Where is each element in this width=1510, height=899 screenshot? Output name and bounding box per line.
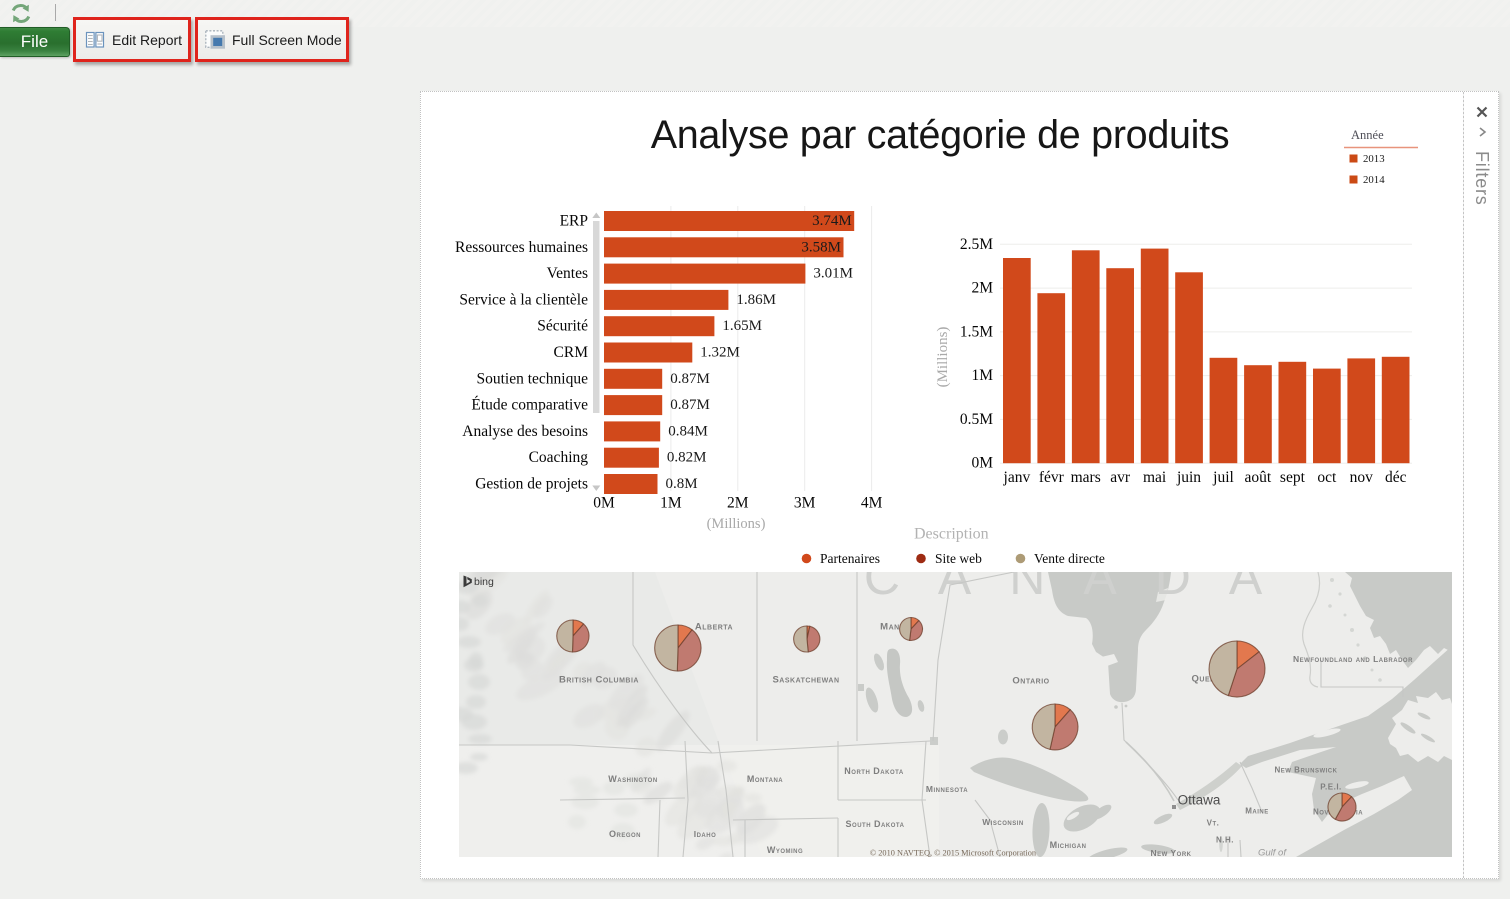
svg-text:oct: oct <box>1317 469 1337 486</box>
svg-text:Wyoming: Wyoming <box>767 845 803 855</box>
svg-text:Analyse des besoins: Analyse des besoins <box>462 423 588 440</box>
svg-text:févr: févr <box>1039 469 1065 486</box>
svg-text:3.58M: 3.58M <box>801 239 841 255</box>
svg-text:Oregon: Oregon <box>609 829 641 839</box>
svg-text:0.87M: 0.87M <box>670 397 710 413</box>
svg-text:0M: 0M <box>971 455 993 472</box>
svg-text:South Dakota: South Dakota <box>846 819 905 829</box>
svg-text:Sécurité: Sécurité <box>537 318 588 335</box>
svg-text:1.65M: 1.65M <box>722 318 762 334</box>
svg-text:0.87M: 0.87M <box>670 371 710 387</box>
svg-text:Ottawa: Ottawa <box>1178 793 1221 808</box>
svg-text:mai: mai <box>1143 469 1167 486</box>
svg-text:nov: nov <box>1350 469 1374 486</box>
svg-text:New York: New York <box>1150 848 1191 858</box>
svg-text:Ressources humaines: Ressources humaines <box>455 239 588 256</box>
svg-text:Montana: Montana <box>747 774 783 784</box>
svg-text:Maine: Maine <box>1245 807 1269 816</box>
svg-text:3.01M: 3.01M <box>813 266 853 282</box>
svg-text:(Millions): (Millions) <box>935 327 951 388</box>
svg-text:Ventes: Ventes <box>547 265 588 282</box>
svg-text:Ontario: Ontario <box>1012 676 1049 687</box>
svg-text:Michigan: Michigan <box>1050 840 1087 850</box>
svg-text:2013: 2013 <box>1363 153 1385 165</box>
svg-text:Saskatchewan: Saskatchewan <box>772 675 839 686</box>
svg-text:3M: 3M <box>794 495 816 512</box>
svg-text:N.H.: N.H. <box>1216 836 1234 845</box>
svg-text:North Dakota: North Dakota <box>844 766 904 776</box>
svg-text:Site web: Site web <box>935 551 982 566</box>
svg-text:ERP: ERP <box>560 213 588 230</box>
svg-text:P.E.I.: P.E.I. <box>1320 783 1342 792</box>
svg-text:Gestion de projets: Gestion de projets <box>475 476 588 493</box>
svg-text:2M: 2M <box>971 280 993 297</box>
svg-text:2M: 2M <box>727 495 749 512</box>
svg-text:bing: bing <box>474 576 494 588</box>
svg-text:août: août <box>1245 469 1272 486</box>
svg-text:Minnesota: Minnesota <box>926 784 968 794</box>
svg-text:Idaho: Idaho <box>694 829 717 839</box>
svg-text:juil: juil <box>1212 469 1234 486</box>
svg-text:déc: déc <box>1385 469 1407 486</box>
svg-text:sept: sept <box>1280 469 1306 486</box>
svg-text:3.74M: 3.74M <box>812 213 852 229</box>
svg-text:0.82M: 0.82M <box>667 450 707 466</box>
svg-text:4M: 4M <box>861 495 883 512</box>
svg-text:Newfoundland and Labrador: Newfoundland and Labrador <box>1293 654 1413 664</box>
svg-text:Service à la clientèle: Service à la clientèle <box>459 291 588 308</box>
svg-text:mars: mars <box>1071 469 1101 486</box>
svg-text:Soutien technique: Soutien technique <box>477 370 589 387</box>
svg-text:Washington: Washington <box>608 774 657 784</box>
svg-text:1.32M: 1.32M <box>700 345 740 361</box>
svg-text:janv: janv <box>1003 469 1031 486</box>
svg-text:Description: Description <box>914 526 989 543</box>
svg-text:British Columbia: British Columbia <box>559 675 639 686</box>
svg-text:Étude comparative: Étude comparative <box>471 397 588 414</box>
svg-text:1M: 1M <box>660 495 682 512</box>
svg-text:2014: 2014 <box>1363 174 1385 186</box>
svg-text:(Millions): (Millions) <box>707 516 766 532</box>
svg-text:Gulf of: Gulf of <box>1258 848 1287 859</box>
svg-text:1.86M: 1.86M <box>736 292 776 308</box>
svg-text:Partenaires: Partenaires <box>820 551 880 566</box>
svg-text:1M: 1M <box>971 367 993 384</box>
svg-text:0M: 0M <box>593 495 615 512</box>
svg-text:0.5M: 0.5M <box>960 411 993 428</box>
svg-text:Alberta: Alberta <box>695 622 733 633</box>
svg-text:New Brunswick: New Brunswick <box>1275 766 1338 775</box>
svg-text:CRM: CRM <box>554 344 589 361</box>
svg-text:1.5M: 1.5M <box>960 323 993 340</box>
svg-text:0.8M: 0.8M <box>666 476 698 492</box>
svg-text:Vente directe: Vente directe <box>1034 551 1105 566</box>
svg-text:Wisconsin: Wisconsin <box>982 817 1024 827</box>
svg-text:Année: Année <box>1351 128 1384 142</box>
svg-text:© 2010 NAVTEQ, © 2015 Microsof: © 2010 NAVTEQ, © 2015 Microsoft Corporat… <box>870 849 1037 858</box>
svg-text:juin: juin <box>1176 469 1201 486</box>
svg-text:0.84M: 0.84M <box>668 423 708 439</box>
svg-text:Vt.: Vt. <box>1207 819 1220 828</box>
svg-text:Coaching: Coaching <box>529 449 589 466</box>
svg-text:avr: avr <box>1110 469 1131 486</box>
svg-text:2.5M: 2.5M <box>960 236 993 253</box>
